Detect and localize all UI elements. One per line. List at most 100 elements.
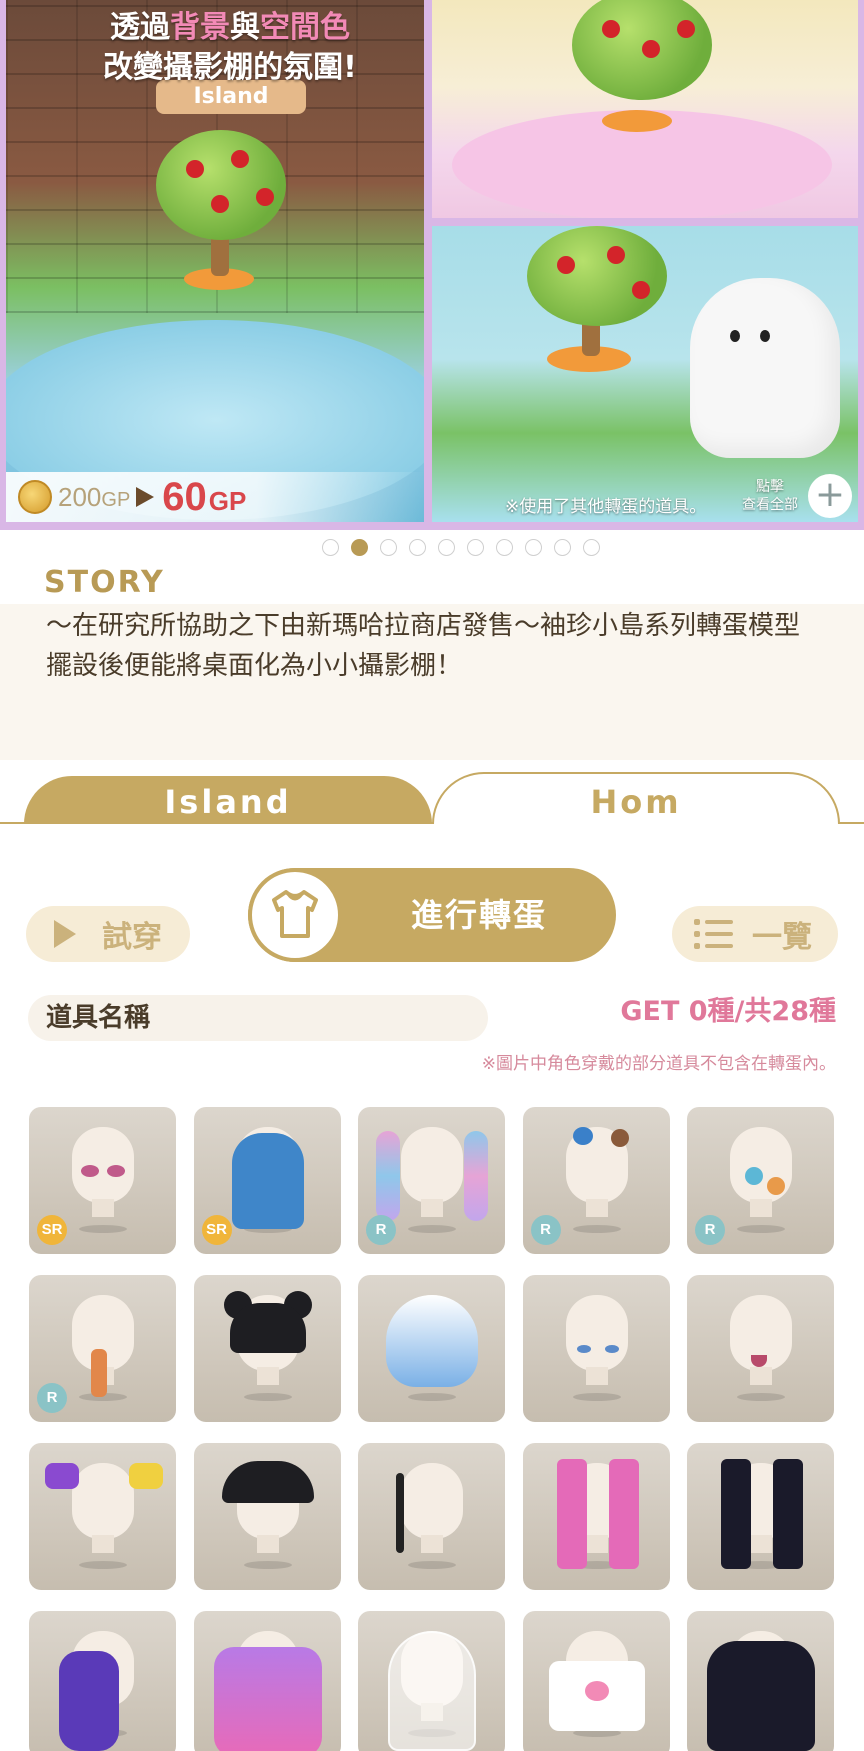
- mannequin-neck: [750, 1199, 772, 1217]
- carousel-dot[interactable]: [583, 539, 600, 556]
- apple: [557, 256, 575, 274]
- try-on-label: 試穿: [102, 920, 162, 955]
- banner-headline: 透過背景與空間色 改變攝影棚的氛圍!: [70, 8, 390, 88]
- apple: [642, 40, 660, 58]
- apple-tree: [156, 130, 286, 240]
- banner-image-island-studio: Island 透過背景與空間色 改變攝影棚的氛圍!: [6, 0, 424, 522]
- story-title: STORY: [44, 565, 165, 600]
- rarity-badge: R: [695, 1215, 725, 1245]
- apple: [231, 150, 249, 168]
- mannequin-neck: [421, 1199, 443, 1217]
- disclaimer-note: ※圖片中角色穿戴的部分道具不包含在轉蛋內。: [481, 1054, 836, 1074]
- item-cell-tshirt-rainbow-heart[interactable]: [522, 1611, 670, 1751]
- price-old: 200GP: [58, 482, 130, 513]
- mannequin-head: [72, 1127, 134, 1203]
- item-cell-hoodie-black[interactable]: [687, 1611, 834, 1751]
- tree-pot: [602, 110, 672, 132]
- mannequin-base: [243, 1393, 292, 1401]
- apple: [211, 195, 229, 213]
- mannequin-head: [72, 1463, 134, 1539]
- apple: [256, 188, 274, 206]
- carousel-dot[interactable]: [525, 539, 542, 556]
- mannequin-neck: [585, 1535, 608, 1553]
- item-cell-eyes-pink[interactable]: SR: [29, 1107, 176, 1254]
- carousel-dot[interactable]: [438, 539, 455, 556]
- mannequin-neck: [256, 1367, 279, 1385]
- item-cell-phone-strap[interactable]: [358, 1443, 505, 1590]
- carousel-dot[interactable]: [409, 539, 426, 556]
- item-cell-leg-warmers-pink[interactable]: [522, 1443, 670, 1590]
- mannequin-base: [572, 1225, 621, 1233]
- rarity-badge: R: [530, 1215, 561, 1245]
- banner-carousel[interactable]: Island 透過背景與空間色 改變攝影棚的氛圍! 200GP 60 GP ※使…: [0, 0, 864, 530]
- gacha-detail-page: Island 透過背景與空間色 改變攝影棚的氛圍! 200GP 60 GP ※使…: [0, 0, 864, 1751]
- mannequin-base: [79, 1225, 127, 1233]
- view-all-text: 查看全部: [742, 497, 798, 513]
- item-cell-hair-accessory-animals[interactable]: R: [522, 1107, 670, 1254]
- mannequin-neck: [421, 1535, 443, 1553]
- tab-island[interactable]: Island: [24, 776, 432, 824]
- mannequin-neck: [256, 1535, 279, 1553]
- tap-label: 點擊: [756, 479, 784, 495]
- shirt-icon: [248, 868, 342, 962]
- mannequin-head: [401, 1127, 463, 1203]
- gacha-label: 進行轉蛋: [410, 896, 547, 934]
- gacha-button[interactable]: 進行轉蛋: [248, 868, 616, 962]
- item-cell-glass-dome[interactable]: [358, 1611, 505, 1751]
- rarity-badge: SR: [201, 1215, 232, 1245]
- story-text: ～在研究所協助之下由新瑪哈拉商店發售～袖珍小島系列轉蛋模型 擺設後便能將桌面化為…: [46, 611, 801, 681]
- carousel-dot[interactable]: [496, 539, 513, 556]
- plus-icon[interactable]: +: [808, 474, 852, 518]
- mannequin-head: [401, 1463, 463, 1539]
- mannequin-head: [565, 1295, 628, 1371]
- list-button[interactable]: 一覽: [672, 906, 838, 962]
- item-cell-cap-black-badges[interactable]: [193, 1443, 341, 1590]
- carousel-dot-active[interactable]: [351, 539, 368, 556]
- item-cell-hair-black-buns[interactable]: [193, 1275, 341, 1422]
- item-cell-eyes-blue[interactable]: [522, 1275, 670, 1422]
- price-new-unit: GP: [208, 485, 247, 516]
- apple: [186, 160, 204, 178]
- headline-text: 透過: [110, 10, 170, 45]
- play-icon: [54, 920, 76, 948]
- arrow-right-icon: [136, 487, 155, 507]
- item-cell-ribbon-purple-yellow[interactable]: [29, 1443, 176, 1590]
- item-cell-hair-white-blue-bob[interactable]: [358, 1275, 505, 1422]
- mannequin-base: [408, 1561, 456, 1569]
- item-cell-jacket-purple[interactable]: [193, 1611, 341, 1751]
- try-on-button[interactable]: 試穿: [26, 906, 190, 962]
- carousel-dot[interactable]: [380, 539, 397, 556]
- carousel-dots: [322, 539, 600, 556]
- apple-tree: [527, 226, 667, 326]
- item-name-field: 道具名稱: [28, 995, 488, 1041]
- item-cell-badge-pins[interactable]: R: [687, 1107, 834, 1254]
- item-cell-leg-warmers-black[interactable]: [687, 1443, 834, 1590]
- mannequin-base: [737, 1393, 785, 1401]
- apple: [607, 246, 625, 264]
- item-cell-mouth-open[interactable]: [687, 1275, 834, 1422]
- item-cell-mini-figure[interactable]: R: [29, 1275, 176, 1422]
- headline-highlight: 背景: [170, 10, 230, 45]
- item-cell-hair-rainbow-braids[interactable]: R: [358, 1107, 505, 1254]
- rarity-badge: SR: [37, 1215, 67, 1245]
- mannequin-neck: [92, 1199, 114, 1217]
- list-label: 一覽: [752, 920, 812, 955]
- price-old-unit: GP: [101, 488, 131, 511]
- carousel-dot[interactable]: [554, 539, 571, 556]
- price-old-value: 200: [58, 481, 102, 512]
- item-cell-hair-long-blue[interactable]: SR: [193, 1107, 341, 1254]
- mannequin-base: [737, 1225, 785, 1233]
- mannequin-base: [408, 1225, 456, 1233]
- carousel-dot[interactable]: [322, 539, 339, 556]
- list-icon: [694, 919, 733, 949]
- view-all-label[interactable]: 點擊 查看全部: [742, 478, 798, 514]
- tab-home[interactable]: Hom: [432, 772, 840, 824]
- carousel-dot[interactable]: [467, 539, 484, 556]
- mannequin-base: [243, 1561, 292, 1569]
- headline-highlight: 空間色: [260, 10, 350, 45]
- headline-text: 與: [230, 10, 260, 45]
- item-cell-backpack-purple[interactable]: [29, 1611, 176, 1751]
- mannequin-neck: [750, 1535, 772, 1553]
- ghost-character: [690, 278, 840, 458]
- mannequin-neck: [92, 1535, 114, 1553]
